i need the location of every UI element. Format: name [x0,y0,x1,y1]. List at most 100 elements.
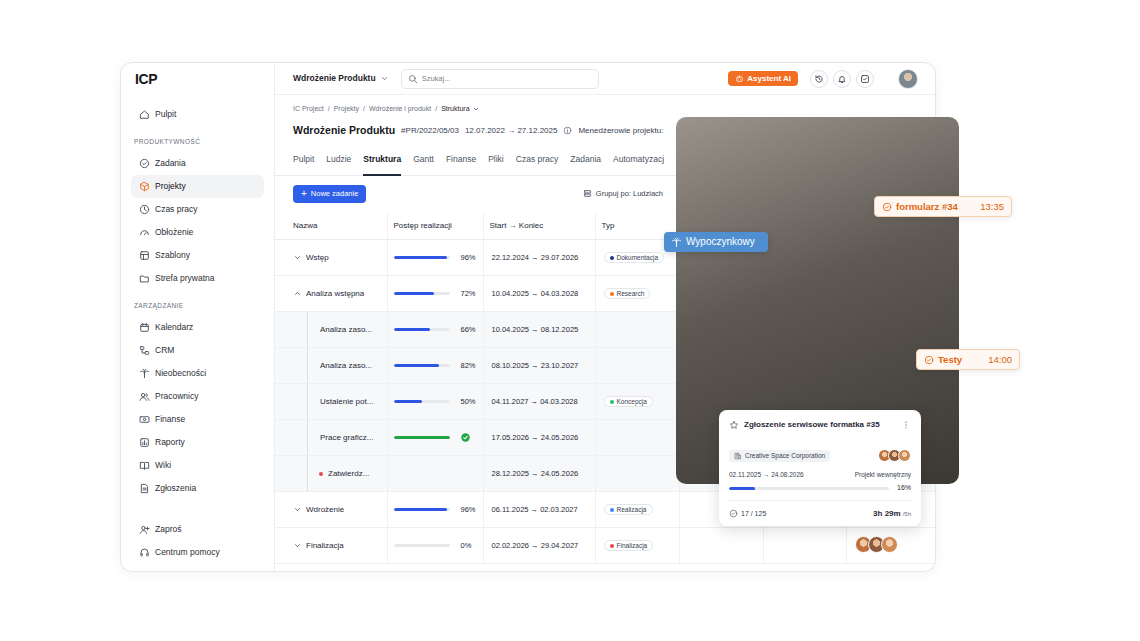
sidebar-item-label[interactable]: Kalendarz [155,322,193,332]
breadcrumb-item[interactable]: Wdrożenie i produkt [369,104,431,114]
tab[interactable]: Automatyzacj [613,153,664,176]
star-icon[interactable] [729,420,739,430]
column-header[interactable]: Nazwa [275,212,387,240]
breadcrumb-item[interactable]: Projekty [334,104,359,114]
new-task-button[interactable]: + Nowe zadanie [293,185,366,203]
sidebar-item-label[interactable]: Zadania [155,158,186,168]
sidebar-item-label[interactable]: Obłożenie [155,227,193,237]
sidebar-item-label[interactable]: Pracownicy [155,391,198,401]
sidebar-item[interactable]: Raporty [131,431,264,454]
sidebar-item-label[interactable]: Finanse [155,414,185,424]
sidebar-item[interactable]: Obłożenie [131,221,264,244]
name-cell[interactable]: Analiza zaso... [275,312,387,348]
sidebar-item[interactable]: Kalendarz [131,316,264,339]
sidebar-item[interactable]: Zaproś [131,518,264,541]
check-square-button[interactable] [856,70,874,88]
sidebar-item[interactable]: Zadania [131,152,264,175]
project-name[interactable]: Wdrożenie Produktu [293,73,376,83]
sidebar-item-label[interactable]: Wiki [155,460,171,470]
calendar-event[interactable]: Testy14:00 [916,349,1020,370]
name-cell[interactable]: Finalizacja [275,528,387,564]
absence-chip[interactable]: Wypoczynkowy [664,232,768,252]
sidebar-item-label[interactable]: Centrum pomocy [155,547,220,557]
chevron-up-icon[interactable] [293,289,302,298]
sidebar-item-label[interactable]: Zgłoszenia [155,483,196,493]
row-name[interactable]: Ustalenie pot... [320,397,373,407]
breadcrumb-label[interactable]: Struktura [441,104,469,114]
sidebar-item-label[interactable]: Strefa prywatna [155,273,215,283]
ai-assistant-button[interactable]: Asystent AI [728,71,798,87]
name-cell[interactable]: Analiza zaso... [275,348,387,384]
name-cell[interactable]: Wdrożenie [275,492,387,528]
sidebar-item-label[interactable]: Nieobecności [155,368,206,378]
row-name[interactable]: Analiza wstępna [306,289,364,299]
name-cell[interactable]: Zatwierdz... [275,456,387,492]
group-by-selector[interactable]: Grupuj po: Ludziach [583,189,663,198]
sidebar-item[interactable]: Strefa prywatna [131,267,264,290]
dots-icon[interactable] [901,420,911,430]
tab[interactable]: Zadania [570,153,601,176]
name-cell[interactable]: Ustalenie pot... [275,384,387,420]
name-cell[interactable]: Prace graficz... [275,420,387,456]
sidebar-item[interactable]: Projekty [131,175,264,198]
new-task-label[interactable]: Nowe zadanie [311,189,359,198]
history-button[interactable] [810,70,828,88]
sidebar-item[interactable]: Zgłoszenia [131,477,264,500]
row-name[interactable]: Wstęp [306,253,329,263]
row-name[interactable]: Prace graficz... [320,433,373,443]
sidebar-item-label[interactable]: Pulpit [155,109,176,119]
sidebar-item-label[interactable]: Zaproś [155,524,181,534]
row-name[interactable]: Analiza zaso... [320,325,372,335]
plus-icon[interactable]: + [301,189,307,199]
sidebar-item[interactable]: Nieobecności [131,362,264,385]
sidebar-item[interactable]: Czas pracy [131,198,264,221]
breadcrumb-item[interactable]: Struktura [441,104,479,114]
sidebar-item[interactable]: Wiki [131,454,264,477]
sidebar-item-label[interactable]: Czas pracy [155,204,198,214]
column-header[interactable]: Postęp realizacji [387,212,483,240]
bell-button[interactable] [833,70,851,88]
chevron-down-icon[interactable] [293,541,302,550]
task-card[interactable]: Zgłoszenie serwisowe formatka #35Creativ… [719,410,921,526]
name-cell[interactable]: Analiza wstępna [275,276,387,312]
sidebar-item[interactable]: CRM [131,339,264,362]
tab[interactable]: Gantt [413,153,434,176]
sidebar-item-label[interactable]: Projekty [155,181,186,191]
task-title[interactable]: Zgłoszenie serwisowe formatka #35 [744,420,880,430]
table-row[interactable]: Finalizacja0%02.02.2026 → 29.04.2027Fina… [275,528,935,564]
sidebar-item[interactable]: Pracownicy [131,385,264,408]
name-cell[interactable]: Wstęp [275,240,387,276]
avatar[interactable] [881,536,898,553]
tab[interactable]: Pulpit [293,153,314,176]
chevron-down-icon[interactable] [293,505,302,514]
sidebar-item-label[interactable]: Szablony [155,250,190,260]
sidebar-item-label[interactable]: Raporty [155,437,185,447]
cell [763,528,846,564]
search-box[interactable] [401,69,599,89]
row-name[interactable]: Zatwierdz... [328,469,369,479]
tab[interactable]: Czas pracy [516,153,559,176]
group-by-label[interactable]: Grupuj po: Ludziach [596,189,663,198]
sidebar-item[interactable]: Centrum pomocy [131,541,264,564]
column-header[interactable]: Start → Koniec [483,212,595,240]
sidebar-item-label[interactable]: CRM [155,345,174,355]
tab[interactable]: Struktura [363,153,401,176]
row-name[interactable]: Analiza zaso... [320,361,372,371]
user-avatar[interactable] [898,69,918,89]
breadcrumb-item[interactable]: IC Project [293,104,324,114]
sidebar-item[interactable]: Pulpit [131,103,264,126]
row-name[interactable]: Finalizacja [306,541,344,551]
tab[interactable]: Finanse [446,153,476,176]
tab[interactable]: Pliki [488,153,504,176]
row-name[interactable]: Wdrożenie [306,505,344,515]
logo[interactable]: ICP [121,63,274,103]
calendar-event[interactable]: formularz #3413:35 [874,196,1012,217]
sidebar-item[interactable]: Szablony [131,244,264,267]
chevron-down-icon[interactable] [293,253,302,262]
avatar[interactable] [898,449,911,462]
search-input[interactable] [422,72,592,85]
sidebar-item[interactable]: Finanse [131,408,264,431]
ai-button-label[interactable]: Asystent AI [747,74,791,84]
tab[interactable]: Ludzie [326,153,351,176]
project-selector[interactable]: Wdrożenie Produktu [293,73,389,83]
